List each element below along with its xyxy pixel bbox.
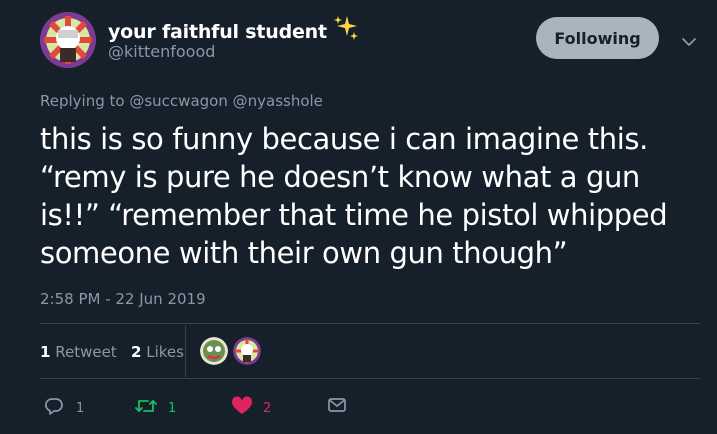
envelope-icon	[327, 396, 347, 418]
likes-label: Likes	[146, 343, 184, 361]
liker-avatar[interactable]	[200, 337, 228, 365]
retweet-button[interactable]: 1	[134, 396, 176, 420]
retweets-count: 1	[40, 343, 51, 361]
like-button[interactable]: 2	[231, 396, 271, 420]
sparkles-icon	[333, 14, 359, 45]
likes-count: 2	[131, 343, 142, 361]
likes-stat[interactable]: 2 Likes	[131, 343, 184, 361]
reply-context-prefix: Replying to	[40, 92, 125, 110]
retweet-count: 1	[168, 400, 177, 416]
following-button[interactable]: Following	[536, 17, 659, 59]
reply-count: 1	[76, 400, 85, 416]
retweets-label: Retweet	[55, 343, 117, 361]
liker-avatar[interactable]	[233, 337, 261, 365]
divider	[40, 378, 700, 379]
like-count: 2	[263, 400, 272, 416]
display-name-text: your faithful student	[108, 21, 327, 43]
reply-button[interactable]: 1	[44, 396, 84, 420]
reply-context: Replying to @succwagon @nyasshole	[40, 92, 323, 110]
mention-link[interactable]: @succwagon	[129, 92, 227, 110]
stats-separator	[185, 325, 186, 377]
likers-avatars	[200, 337, 266, 369]
user-handle[interactable]: @kittenfoood	[108, 42, 215, 61]
display-name[interactable]: your faithful student	[108, 14, 359, 45]
tweet-timestamp[interactable]: 2:58 PM - 22 Jun 2019	[40, 290, 206, 308]
retweet-icon	[134, 396, 158, 420]
user-avatar[interactable]	[40, 12, 96, 68]
direct-message-button[interactable]	[327, 396, 347, 418]
mention-link[interactable]: @nyasshole	[233, 92, 323, 110]
tweet-text: this is so funny because i can imagine t…	[40, 122, 668, 270]
tweet-stats: 1 Retweet 2 Likes	[40, 343, 184, 361]
retweets-stat[interactable]: 1 Retweet	[40, 343, 117, 361]
reply-icon	[44, 396, 64, 420]
chevron-down-icon[interactable]	[681, 33, 697, 46]
divider	[40, 323, 700, 324]
heart-icon	[231, 396, 253, 420]
